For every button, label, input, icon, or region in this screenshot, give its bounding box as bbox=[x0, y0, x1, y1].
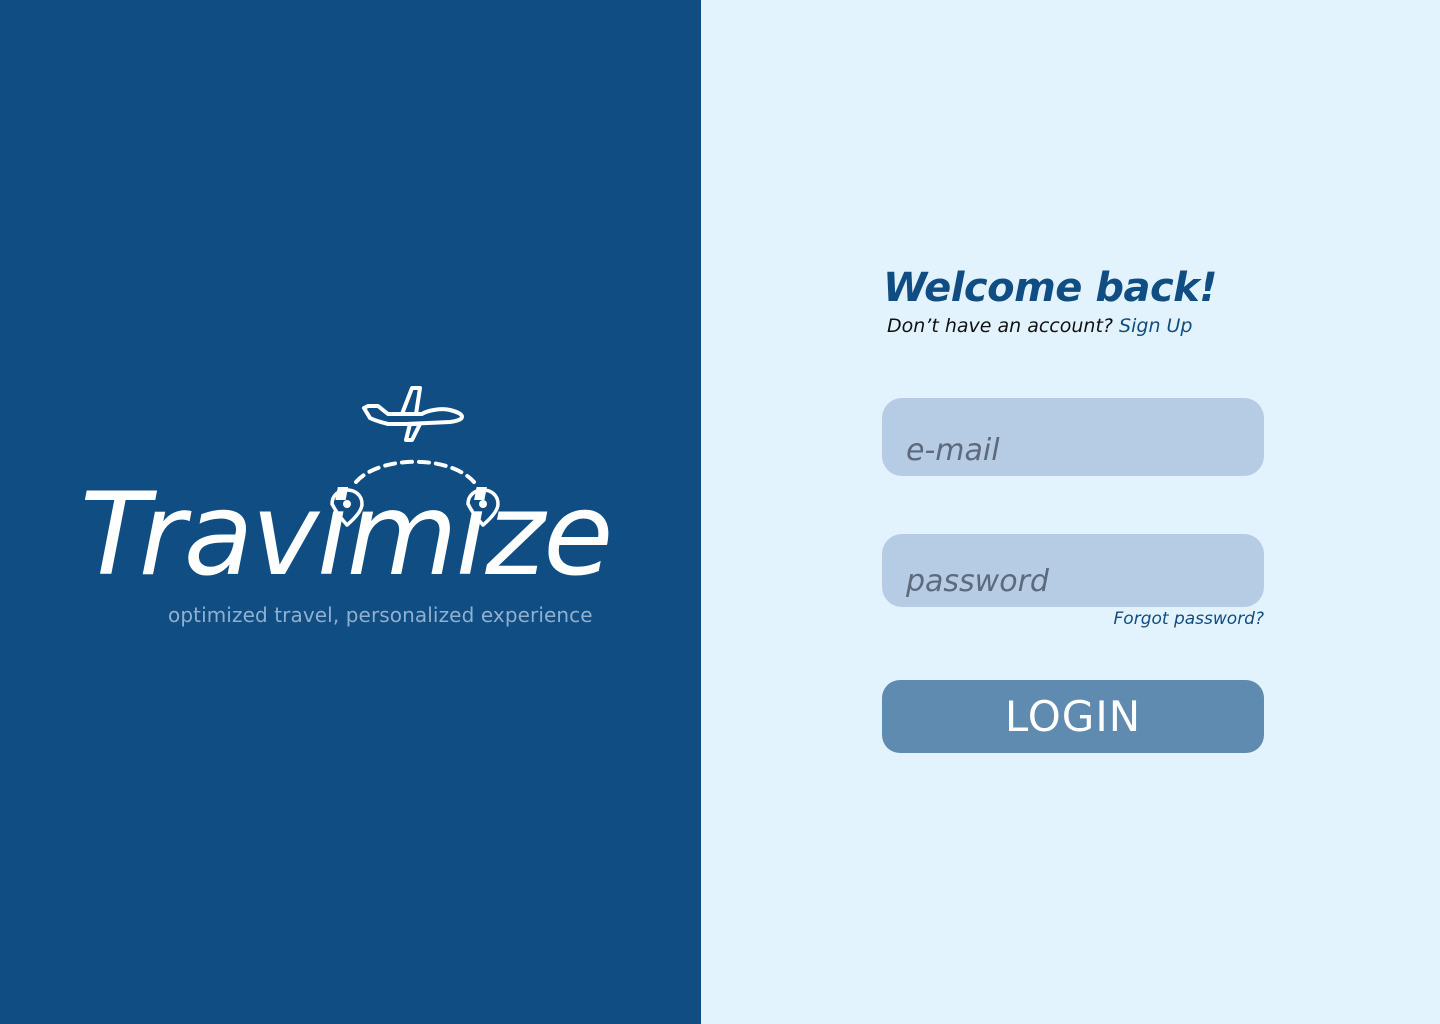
login-button[interactable]: LOGIN bbox=[882, 680, 1264, 753]
airplane-icon bbox=[362, 386, 464, 442]
brand-tagline: optimized travel, personalized experienc… bbox=[168, 603, 593, 627]
login-page: Travimize optimized travel, personalized… bbox=[0, 0, 1440, 1024]
login-panel bbox=[701, 0, 1440, 1024]
signup-link[interactable]: Sign Up bbox=[1119, 315, 1192, 337]
signup-prompt-text: Don’t have an account? bbox=[887, 315, 1113, 337]
brand-name: Travimize bbox=[80, 468, 613, 601]
forgot-password-link[interactable]: Forgot password? bbox=[1114, 609, 1264, 629]
signup-prompt-line: Don’t have an account? Sign Up bbox=[887, 315, 1193, 337]
email-input[interactable] bbox=[882, 398, 1264, 476]
welcome-title: Welcome back! bbox=[883, 265, 1218, 311]
brand-panel: Travimize optimized travel, personalized… bbox=[0, 0, 701, 1024]
password-input[interactable] bbox=[882, 534, 1264, 607]
